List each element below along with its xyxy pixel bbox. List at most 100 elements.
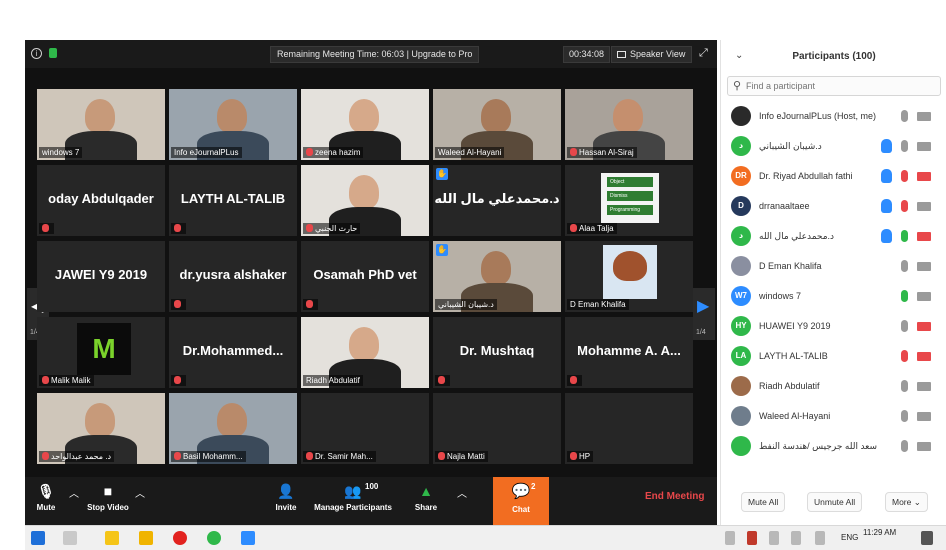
participant-row[interactable]: D Eman Khalifa bbox=[721, 252, 946, 282]
audio-options-caret-icon[interactable]: ︿ bbox=[69, 485, 79, 500]
video-tile[interactable]: د.محمدعلي مال الله ✋ bbox=[433, 165, 561, 236]
microphone-icon[interactable] bbox=[901, 440, 908, 452]
video-tile[interactable]: M Malik Malik bbox=[37, 317, 165, 388]
microphone-icon[interactable] bbox=[901, 110, 908, 122]
participant-search-input[interactable] bbox=[746, 78, 936, 94]
network-icon[interactable] bbox=[791, 531, 801, 545]
more-button[interactable]: More ⌄ bbox=[885, 492, 928, 512]
microphone-icon[interactable] bbox=[901, 380, 908, 392]
participant-row[interactable]: حد سعد الله جرجيس /هندسة النفط bbox=[721, 432, 946, 462]
video-tile[interactable]: HP bbox=[565, 393, 693, 464]
video-tile[interactable]: Mohamme A. A... bbox=[565, 317, 693, 388]
video-tile[interactable]: Dr. Samir Mah... bbox=[301, 393, 429, 464]
participant-name-label: zeena hazim bbox=[303, 147, 364, 158]
lock-icon[interactable] bbox=[49, 48, 57, 58]
video-tile[interactable]: Dr.Mohammed... bbox=[169, 317, 297, 388]
tray-icon-3[interactable] bbox=[769, 531, 779, 545]
microphone-icon[interactable] bbox=[901, 140, 908, 152]
video-tile[interactable]: Hassan Al-Siraj bbox=[565, 89, 693, 160]
video-tile[interactable]: zeena hazim bbox=[301, 89, 429, 160]
video-camera-icon[interactable] bbox=[917, 292, 931, 301]
participant-row[interactable]: W7 windows 7 bbox=[721, 282, 946, 312]
microphone-icon[interactable] bbox=[901, 290, 908, 302]
video-camera-icon[interactable] bbox=[917, 442, 931, 451]
video-tile[interactable]: Waleed Al-Hayani bbox=[433, 89, 561, 160]
info-icon[interactable]: i bbox=[31, 48, 42, 59]
participant-row[interactable]: Riadh Abdulatif bbox=[721, 372, 946, 402]
fullscreen-icon[interactable]: ⤢ bbox=[699, 48, 710, 59]
video-tile[interactable]: Object Dismiss Programming Alaa Talja bbox=[565, 165, 693, 236]
participant-row[interactable]: Ddrranaaltaee bbox=[721, 192, 946, 222]
video-options-caret-icon[interactable]: ︿ bbox=[135, 485, 145, 500]
share-button[interactable]: ▲ Share bbox=[411, 477, 441, 525]
video-tile[interactable]: oday Abdulqader bbox=[37, 165, 165, 236]
zoom-app-icon[interactable] bbox=[241, 531, 255, 545]
video-off-icon[interactable] bbox=[917, 232, 931, 241]
video-camera-icon[interactable] bbox=[917, 262, 931, 271]
chat-button[interactable]: 💬 2 Chat bbox=[493, 477, 549, 525]
video-tile[interactable]: د.شيبان الشيباني ✋ bbox=[433, 241, 561, 312]
microphone-icon[interactable] bbox=[901, 410, 908, 422]
mic-muted-icon[interactable] bbox=[901, 170, 908, 182]
video-tile[interactable]: dr.yusra alshaker bbox=[169, 241, 297, 312]
video-tile[interactable]: حارث الجنبي bbox=[301, 165, 429, 236]
microphone-icon[interactable] bbox=[901, 320, 908, 332]
raised-hand-icon bbox=[881, 199, 892, 213]
video-off-icon[interactable] bbox=[917, 172, 931, 181]
participant-row[interactable]: Info eJournalPLus (Host, me) bbox=[721, 102, 946, 132]
participant-name-label: D Eman Khalifa bbox=[567, 299, 629, 310]
participant-search-box[interactable]: ⚲ bbox=[727, 76, 941, 96]
manage-participants-button[interactable]: 👥 100 Manage Participants bbox=[311, 477, 395, 525]
participant-row[interactable]: د د.شيبان الشيباني bbox=[721, 132, 946, 162]
file-explorer-icon[interactable] bbox=[105, 531, 119, 545]
microphone-icon[interactable] bbox=[901, 230, 908, 242]
video-off-icon[interactable] bbox=[917, 322, 931, 331]
remaining-time-banner[interactable]: Remaining Meeting Time: 06:03 | Upgrade … bbox=[270, 46, 480, 63]
invite-button[interactable]: 👤 Invite bbox=[271, 477, 301, 525]
video-tile[interactable]: Basil Mohamm... bbox=[169, 393, 297, 464]
video-tile[interactable]: Osamah PhD vet bbox=[301, 241, 429, 312]
video-tile[interactable]: windows 7 bbox=[37, 89, 165, 160]
video-camera-icon[interactable] bbox=[917, 382, 931, 391]
tray-icon-1[interactable] bbox=[725, 531, 735, 545]
speaker-view-button[interactable]: Speaker View bbox=[611, 46, 693, 63]
notifications-icon[interactable] bbox=[921, 531, 933, 545]
video-tile[interactable]: JAWEI Y9 2019 bbox=[37, 241, 165, 312]
video-camera-icon[interactable] bbox=[917, 112, 931, 121]
input-language[interactable]: ENG bbox=[841, 533, 858, 542]
mic-muted-icon[interactable] bbox=[901, 350, 908, 362]
video-tile[interactable]: LAYTH AL-TALIB bbox=[169, 165, 297, 236]
participant-list-name: Dr. Riyad Abdullah fathi bbox=[759, 171, 853, 181]
volume-icon[interactable] bbox=[815, 531, 825, 545]
mute-all-button[interactable]: Mute All bbox=[741, 492, 786, 512]
participant-row[interactable]: LA LAYTH AL-TALIB bbox=[721, 342, 946, 372]
video-tile[interactable]: Najla Matti bbox=[433, 393, 561, 464]
participant-row[interactable]: د د.محمدعلي مال الله bbox=[721, 222, 946, 252]
participant-row[interactable]: DR Dr. Riyad Abdullah fathi bbox=[721, 162, 946, 192]
folder-icon[interactable] bbox=[139, 531, 153, 545]
system-clock[interactable]: 11:29 AM bbox=[863, 528, 896, 537]
video-tile[interactable]: Riadh Abdulatif bbox=[301, 317, 429, 388]
microphone-icon[interactable] bbox=[901, 260, 908, 272]
video-tile[interactable]: D Eman Khalifa bbox=[565, 241, 693, 312]
video-camera-icon[interactable] bbox=[917, 412, 931, 421]
mic-muted-icon[interactable] bbox=[901, 200, 908, 212]
video-tile[interactable]: د. محمد عبدالواحد bbox=[37, 393, 165, 464]
task-view-icon[interactable] bbox=[63, 531, 77, 545]
opera-browser-icon[interactable] bbox=[173, 531, 187, 545]
video-off-icon[interactable] bbox=[917, 352, 931, 361]
chrome-browser-icon[interactable] bbox=[207, 531, 221, 545]
end-meeting-button[interactable]: End Meeting bbox=[645, 491, 704, 502]
video-tile[interactable]: Dr. Mushtaq bbox=[433, 317, 561, 388]
video-camera-icon[interactable] bbox=[917, 202, 931, 211]
participant-row[interactable]: Waleed Al-Hayani bbox=[721, 402, 946, 432]
share-options-caret-icon[interactable]: ︿ bbox=[457, 485, 467, 500]
participant-row[interactable]: HY HUAWEI Y9 2019 bbox=[721, 312, 946, 342]
stop-video-button[interactable]: ■ Stop Video bbox=[83, 477, 133, 525]
video-tile[interactable]: Info eJournalPLus bbox=[169, 89, 297, 160]
windows-start-icon[interactable] bbox=[31, 531, 45, 545]
mute-button[interactable]: 🎙 Mute bbox=[29, 477, 63, 525]
video-camera-icon[interactable] bbox=[917, 142, 931, 151]
tray-icon-2[interactable] bbox=[747, 531, 757, 545]
unmute-all-button[interactable]: Unmute All bbox=[807, 492, 863, 512]
